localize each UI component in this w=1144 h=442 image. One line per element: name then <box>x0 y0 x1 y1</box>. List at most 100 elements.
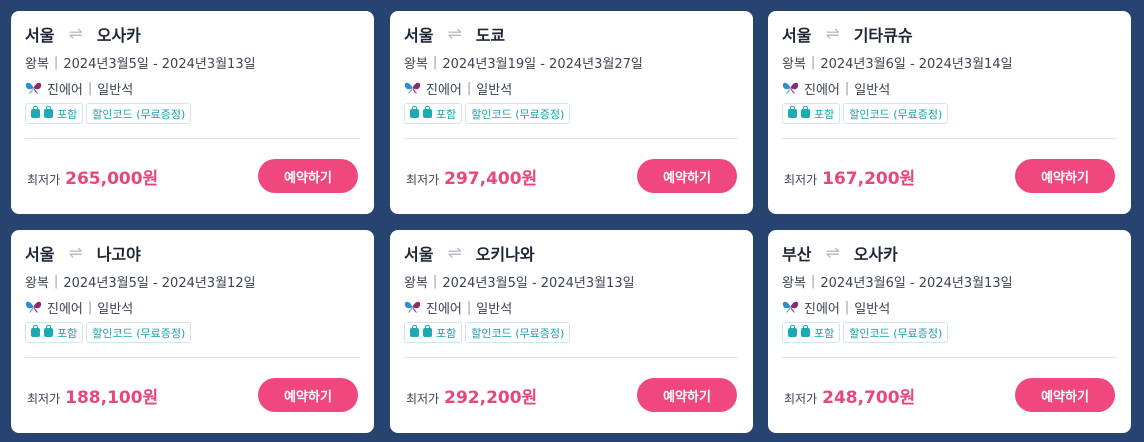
flight-deal-card[interactable]: 서울 ⇌ 나고야 왕복 | 2024년3월5일 - 2024년3월12일 진에어 | 일… <box>11 230 374 433</box>
tag-label: 할인코드 (무료증정) <box>849 107 943 121</box>
divider-bar: | <box>844 80 850 96</box>
price-value: 188,100원 <box>65 388 159 408</box>
divider-bar: | <box>810 273 816 289</box>
seat-class: 일반석 <box>854 82 891 98</box>
price-value: 297,400원 <box>444 169 538 189</box>
tag-label: 할인코드 (무료증정) <box>471 326 565 340</box>
discount-tag: 할인코드 (무료증정) <box>843 103 949 124</box>
trip-type: 왕복 <box>25 56 49 72</box>
tag-list: 포함 할인코드 (무료증정) <box>404 103 739 125</box>
trip-dates: 왕복 | 2024년3월5일 - 2024년3월12일 <box>25 272 360 291</box>
route: 서울 ⇌ 오키나와 <box>404 242 739 264</box>
book-button[interactable]: 예약하기 <box>1015 159 1115 193</box>
baggage-icon <box>801 325 810 337</box>
destination-city: 오키나와 <box>475 245 535 264</box>
route: 서울 ⇌ 기타큐슈 <box>782 23 1117 45</box>
price-label: 최저가 <box>27 173 61 187</box>
seat-class: 일반석 <box>97 82 134 98</box>
card-divider <box>404 138 739 139</box>
divider-bar: | <box>53 54 59 70</box>
book-button[interactable]: 예약하기 <box>1015 378 1115 412</box>
flight-deal-card[interactable]: 서울 ⇌ 오키나와 왕복 | 2024년3월5일 - 2024년3월13일 진에어 |… <box>390 230 753 433</box>
flight-deal-card[interactable]: 서울 ⇌ 오사카 왕복 | 2024년3월5일 - 2024년3월13일 진에어 | 일… <box>11 11 374 214</box>
trip-type: 왕복 <box>404 275 428 291</box>
price-row: 최저가 292,200원 <box>406 383 537 408</box>
route: 부산 ⇌ 오사카 <box>782 242 1117 264</box>
baggage-icon <box>410 325 419 337</box>
price-row: 최저가 188,100원 <box>27 383 158 408</box>
tag-label: 포함 <box>436 107 457 121</box>
jinair-butterfly-icon <box>404 301 421 313</box>
baggage-icon <box>801 106 810 118</box>
tag-label: 할인코드 (무료증정) <box>849 326 943 340</box>
swap-arrows-icon: ⇌ <box>447 243 462 263</box>
flight-deal-card[interactable]: 부산 ⇌ 오사카 왕복 | 2024년3월6일 - 2024년3월13일 진에어 | 일… <box>768 230 1131 433</box>
flight-deal-card[interactable]: 서울 ⇌ 도쿄 왕복 | 2024년3월19일 - 2024년3월27일 진에어 | 일… <box>390 11 753 214</box>
baggage-icon <box>31 106 40 118</box>
jinair-butterfly-icon <box>25 82 42 94</box>
tag-label: 포함 <box>436 326 457 340</box>
tag-list: 포함 할인코드 (무료증정) <box>782 103 1117 125</box>
flight-deal-card[interactable]: 서울 ⇌ 기타큐슈 왕복 | 2024년3월6일 - 2024년3월14일 진에어 |… <box>768 11 1131 214</box>
destination-city: 오사카 <box>96 26 141 45</box>
origin-city: 서울 <box>404 26 434 45</box>
destination-city: 기타큐슈 <box>853 26 913 45</box>
baggage-tag: 포함 <box>25 103 84 124</box>
date-range: 2024년3월5일 - 2024년3월13일 <box>442 275 635 291</box>
trip-type: 왕복 <box>404 56 428 72</box>
card-divider <box>404 357 739 358</box>
price-value: 265,000원 <box>65 169 159 189</box>
tag-label: 포함 <box>814 326 835 340</box>
book-button[interactable]: 예약하기 <box>637 378 737 412</box>
swap-arrows-icon: ⇌ <box>825 24 840 44</box>
price-value: 292,200원 <box>444 388 538 408</box>
baggage-icon <box>31 325 40 337</box>
airline-name: 진에어 <box>804 301 840 317</box>
airline-info: 진에어 | 일반석 <box>25 79 360 98</box>
trip-dates: 왕복 | 2024년3월5일 - 2024년3월13일 <box>404 272 739 291</box>
divider-bar: | <box>810 54 816 70</box>
trip-dates: 왕복 | 2024년3월19일 - 2024년3월27일 <box>404 53 739 72</box>
route: 서울 ⇌ 도쿄 <box>404 23 739 45</box>
jinair-butterfly-icon <box>404 82 421 94</box>
baggage-icon <box>44 106 53 118</box>
trip-dates: 왕복 | 2024년3월6일 - 2024년3월13일 <box>782 272 1117 291</box>
price-row: 최저가 265,000원 <box>27 164 158 189</box>
card-divider <box>25 138 360 139</box>
jinair-butterfly-icon <box>25 301 42 313</box>
airline-info: 진에어 | 일반석 <box>782 298 1117 317</box>
price-value: 248,700원 <box>822 388 916 408</box>
discount-tag: 할인코드 (무료증정) <box>465 322 571 343</box>
origin-city: 서울 <box>25 26 55 45</box>
book-button[interactable]: 예약하기 <box>637 159 737 193</box>
price-label: 최저가 <box>27 392 61 406</box>
destination-city: 오사카 <box>853 245 898 264</box>
origin-city: 서울 <box>782 26 812 45</box>
discount-tag: 할인코드 (무료증정) <box>843 322 949 343</box>
discount-tag: 할인코드 (무료증정) <box>86 103 192 124</box>
book-button[interactable]: 예약하기 <box>258 378 358 412</box>
divider-bar: | <box>466 299 472 315</box>
date-range: 2024년3월5일 - 2024년3월12일 <box>63 275 256 291</box>
tag-label: 포함 <box>57 326 78 340</box>
baggage-icon <box>423 325 432 337</box>
date-range: 2024년3월19일 - 2024년3월27일 <box>442 56 643 72</box>
date-range: 2024년3월5일 - 2024년3월13일 <box>63 56 256 72</box>
baggage-tag: 포함 <box>782 322 841 343</box>
deal-grid: 서울 ⇌ 오사카 왕복 | 2024년3월5일 - 2024년3월13일 진에어 | 일… <box>0 0 1144 442</box>
airline-info: 진에어 | 일반석 <box>404 298 739 317</box>
baggage-icon <box>423 106 432 118</box>
tag-label: 포함 <box>57 107 78 121</box>
trip-dates: 왕복 | 2024년3월6일 - 2024년3월14일 <box>782 53 1117 72</box>
swap-arrows-icon: ⇌ <box>447 24 462 44</box>
book-button[interactable]: 예약하기 <box>258 159 358 193</box>
trip-type: 왕복 <box>25 275 49 291</box>
tag-list: 포함 할인코드 (무료증정) <box>404 322 739 344</box>
baggage-tag: 포함 <box>404 103 463 124</box>
airline-name: 진에어 <box>426 82 462 98</box>
price-label: 최저가 <box>406 173 440 187</box>
airline-info: 진에어 | 일반석 <box>25 298 360 317</box>
divider-bar: | <box>87 80 93 96</box>
price-row: 최저가 167,200원 <box>784 164 915 189</box>
destination-city: 나고야 <box>96 245 141 264</box>
